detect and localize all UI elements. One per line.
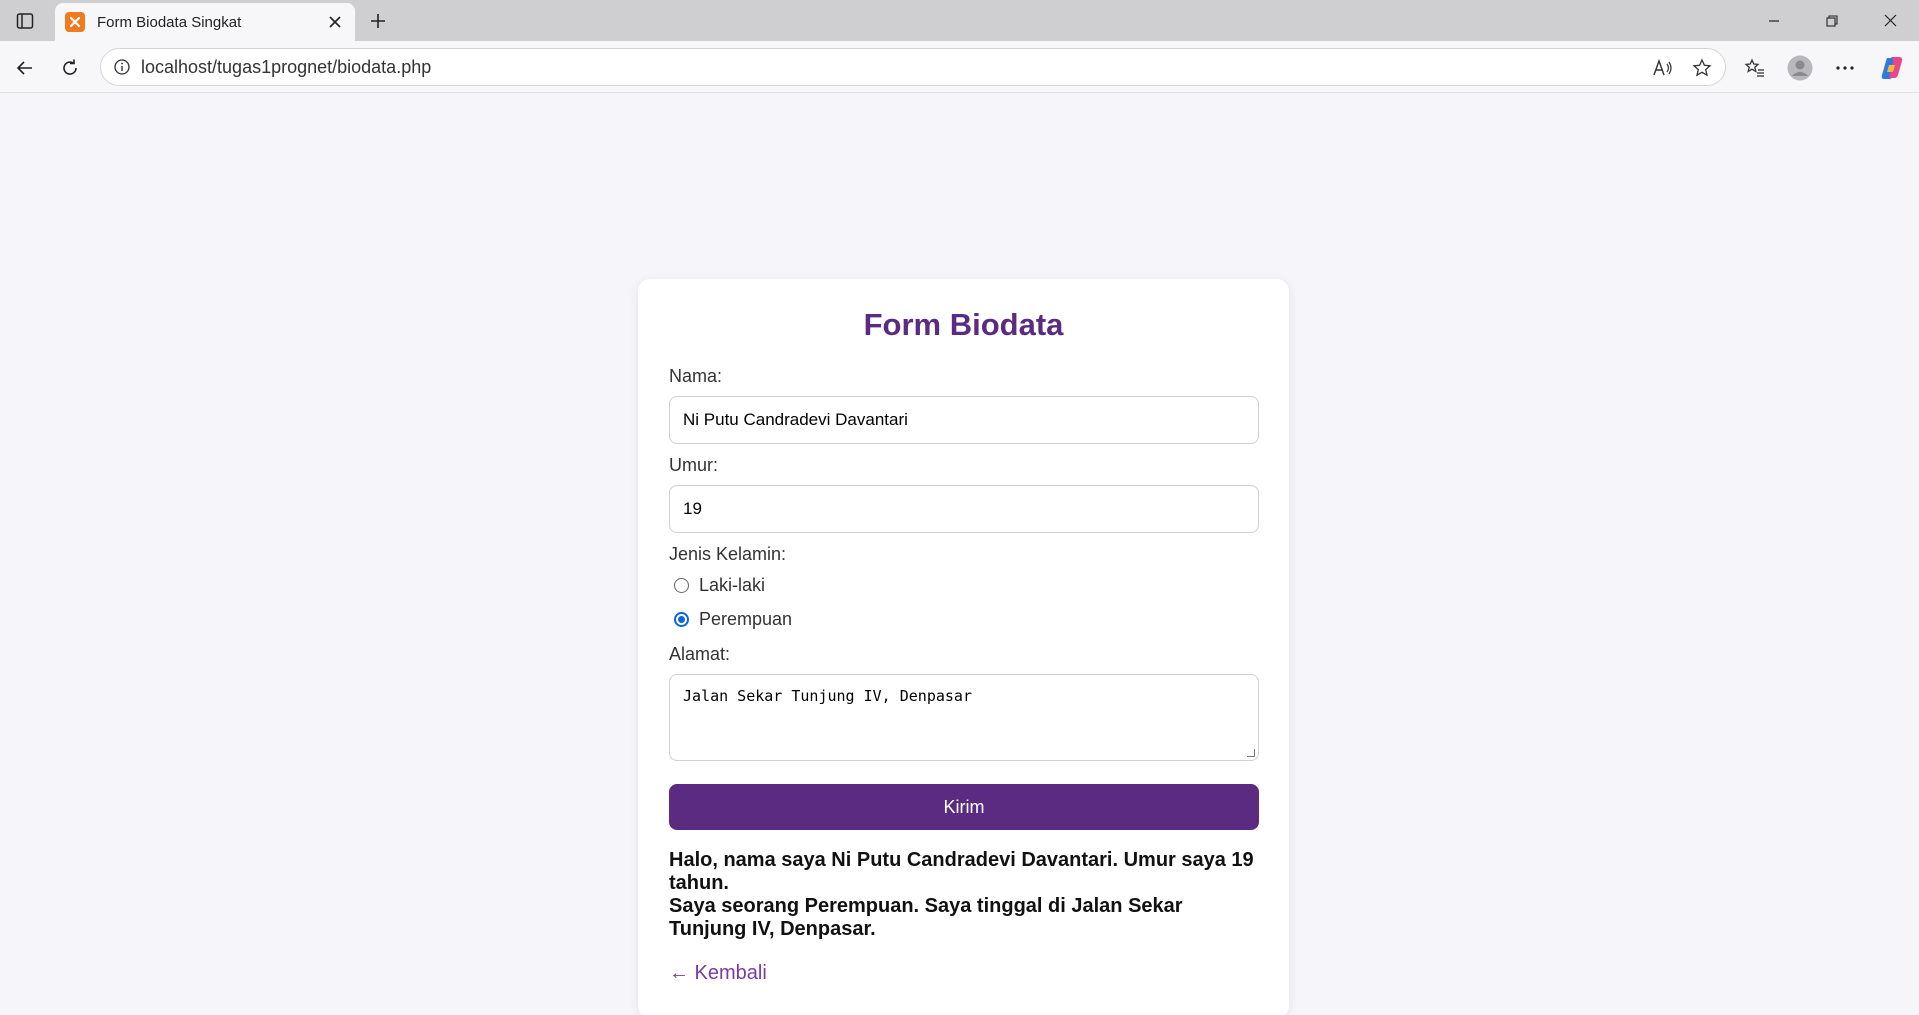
result-message: Halo, nama saya Ni Putu Candradevi Davan… <box>669 849 1263 941</box>
copilot-icon <box>1881 57 1903 79</box>
restore-button[interactable] <box>1803 0 1861 41</box>
alamat-label: Alamat: <box>669 644 731 664</box>
radio-laki-laki[interactable]: Laki-laki <box>674 575 765 596</box>
radio-label-laki-laki: Laki-laki <box>699 575 766 595</box>
favorites-list-icon <box>1744 58 1764 77</box>
favorites-button[interactable] <box>1738 51 1772 85</box>
reload-button[interactable] <box>53 51 87 85</box>
nama-label: Nama: <box>669 366 723 386</box>
tab-actions-button[interactable] <box>10 8 40 34</box>
jenis-kelamin-label: Jenis Kelamin: <box>669 544 787 564</box>
radio-button-perempuan[interactable] <box>674 612 689 627</box>
biodata-card: Form Biodata Nama: Ni Putu Candradevi Da… <box>638 279 1289 1015</box>
alamat-textarea[interactable]: Jalan Sekar Tunjung IV, Denpasar <box>669 674 1259 761</box>
profile-button[interactable] <box>1783 51 1817 85</box>
minimize-icon <box>1769 19 1779 22</box>
address-bar[interactable]: localhost/tugas1prognet/biodata.php <box>100 48 1726 86</box>
read-aloud-icon <box>1653 58 1672 76</box>
kembali-link[interactable]: ← Kembali <box>669 962 767 985</box>
arrow-left-icon <box>16 61 32 75</box>
more-menu-button[interactable] <box>1828 51 1862 85</box>
avatar-icon <box>1787 55 1813 81</box>
nama-input[interactable]: Ni Putu Candradevi Davantari <box>669 396 1259 444</box>
reload-icon <box>63 59 77 75</box>
form-title: Form Biodata <box>863 307 1064 342</box>
tab-bar: Form Biodata Singkat <box>0 0 1919 41</box>
radio-perempuan[interactable]: Perempuan <box>674 609 792 630</box>
info-icon <box>114 59 130 75</box>
close-icon <box>329 16 341 28</box>
star-icon <box>1692 58 1712 77</box>
window-close-button[interactable] <box>1861 0 1919 41</box>
new-tab-button[interactable] <box>362 6 394 36</box>
close-icon <box>1884 14 1896 27</box>
umur-input[interactable]: 19 <box>669 485 1259 533</box>
plus-icon <box>371 14 385 28</box>
favorite-star-button[interactable] <box>1689 55 1715 81</box>
result-line-2: Saya seorang Perempuan. Saya tinggal di … <box>669 895 1183 940</box>
resize-grip-icon[interactable] <box>1247 749 1255 757</box>
url-text: localhost/tugas1prognet/biodata.php <box>141 56 432 77</box>
tab-close-button[interactable] <box>321 8 349 36</box>
result-line-1: Halo, nama saya Ni Putu Candradevi Davan… <box>669 849 1254 894</box>
radio-label-perempuan: Perempuan <box>699 609 793 629</box>
kirim-button[interactable]: Kirim <box>669 784 1259 830</box>
tab-title: Form Biodata Singkat <box>97 13 242 31</box>
page-viewport: Form Biodata Nama: Ni Putu Candradevi Da… <box>4 94 1915 1015</box>
alamat-text: Jalan Sekar Tunjung IV, Denpasar <box>683 687 972 705</box>
restore-icon <box>1826 14 1838 27</box>
read-aloud-button[interactable] <box>1650 55 1676 81</box>
radio-button-laki-laki[interactable] <box>674 578 689 593</box>
minimize-button[interactable] <box>1745 0 1803 41</box>
more-icon <box>1836 66 1854 70</box>
xampp-favicon-icon <box>65 12 85 32</box>
copilot-button[interactable] <box>1875 51 1909 85</box>
active-tab[interactable]: Form Biodata Singkat <box>55 3 355 41</box>
back-button[interactable] <box>8 51 42 85</box>
sidebar-icon <box>16 13 34 29</box>
browser-toolbar: localhost/tugas1prognet/biodata.php <box>0 41 1919 93</box>
umur-label: Umur: <box>669 455 718 475</box>
